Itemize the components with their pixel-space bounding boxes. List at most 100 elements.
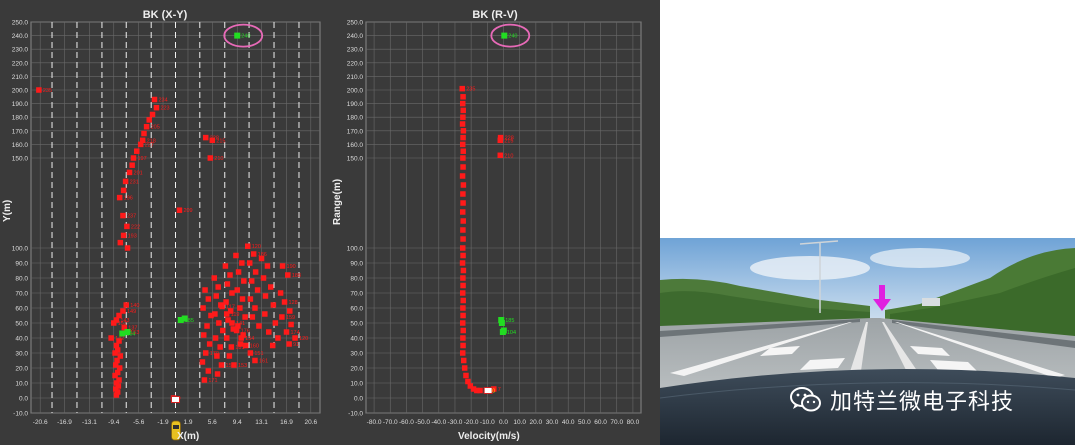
- xy-target-id-label: 215: [216, 138, 225, 144]
- rv-moving-target-point: [500, 327, 507, 334]
- xy-y-tick-label: 160.0: [12, 142, 29, 149]
- xy-static-target-point: [219, 303, 225, 310]
- rv-target-id-label: 7: [498, 387, 501, 393]
- xy-y-tick-label: 210.0: [12, 74, 29, 81]
- rv-y-tick-label: 30.0: [350, 351, 363, 358]
- xy-target-id-label: 210: [214, 156, 223, 162]
- rv-static-target-point: [460, 191, 466, 197]
- rv-static-target-point: [459, 209, 466, 215]
- xy-target-id-label: 151: [254, 351, 263, 357]
- xy-y-tick-label: 90.0: [15, 261, 28, 268]
- xy-target-id-label: 227: [145, 142, 154, 148]
- xy-static-target-point: [233, 327, 240, 334]
- rv-target-id-label: 104: [507, 330, 516, 336]
- rv-static-target-point: [460, 218, 466, 224]
- xy-static-target-point: [264, 263, 271, 269]
- xy-static-target-point: [228, 344, 235, 350]
- rv-target-id-label: 215: [504, 138, 513, 144]
- xy-static-target-point: [129, 162, 135, 168]
- xy-moving-target-point: [119, 330, 126, 337]
- xy-target-id-label: 196: [124, 196, 133, 202]
- xy-target-id-label: 240: [241, 34, 250, 40]
- rv-x-tick-label: 60.0: [594, 419, 607, 426]
- xy-static-target-point: [202, 287, 208, 293]
- rv-static-target-point: [459, 290, 466, 296]
- xy-static-target-point: [283, 329, 290, 335]
- rv-y-tick-label: 150.0: [347, 156, 364, 163]
- rv-static-target-point: [460, 114, 466, 120]
- rv-y-tick-label: 60.0: [350, 306, 363, 313]
- xy-static-target-point: [224, 281, 231, 287]
- xy-target-id-label: 153: [238, 363, 247, 369]
- rv-target-id-label: 185: [505, 318, 514, 324]
- rv-x-tick-label: 20.0: [530, 419, 543, 426]
- rv-static-target-point: [459, 100, 466, 107]
- xy-static-target-point: [237, 305, 243, 311]
- xy-static-target-point: [279, 263, 286, 269]
- xy-x-tick-label: 5.6: [208, 419, 217, 426]
- xy-x-tick-label: -20.6: [33, 419, 48, 426]
- xy-static-target-point: [252, 305, 258, 311]
- rv-static-target-point: [460, 297, 466, 304]
- xy-static-target-point: [241, 278, 247, 284]
- xy-y-tick-label: 180.0: [12, 115, 29, 122]
- xy-static-target-point: [260, 275, 267, 281]
- xy-static-target-point: [124, 223, 130, 230]
- xy-static-target-point: [258, 255, 265, 262]
- xy-static-target-point: [226, 353, 233, 359]
- xy-target-id-label: 197: [137, 156, 146, 162]
- watermark: 加特兰微电子科技: [790, 384, 1014, 416]
- rv-static-target-point: [460, 148, 466, 154]
- watermark-text: 加特兰微电子科技: [830, 390, 1015, 415]
- xy-y-tick-label: 20.0: [15, 366, 28, 373]
- xy-static-target-point: [238, 335, 244, 341]
- xy-target-id-label: 231: [130, 179, 139, 185]
- xy-static-target-point: [222, 263, 229, 269]
- rv-x-tick-label: -40.0: [431, 419, 446, 426]
- xy-y-tick-label: -10.0: [13, 411, 28, 418]
- xy-static-target-point: [211, 275, 218, 281]
- xy-static-target-point: [204, 323, 210, 329]
- rv-y-tick-label: 240.0: [347, 33, 364, 40]
- xy-x-tick-label: 13.1: [255, 419, 268, 426]
- rv-static-target-point: [477, 387, 483, 394]
- xy-static-target-point: [149, 111, 156, 118]
- xy-static-target-point: [272, 320, 279, 326]
- rv-static-target-point: [460, 267, 467, 274]
- xy-static-target-point: [213, 293, 219, 299]
- xy-static-target-point: [205, 368, 212, 374]
- xy-x-tick-label: 9.4: [233, 419, 242, 426]
- xy-static-target-point: [247, 296, 254, 302]
- xy-y-tick-label: 170.0: [12, 128, 29, 135]
- xy-target-id-label: 120: [299, 336, 308, 342]
- rv-x-tick-label: 0.0: [499, 419, 508, 426]
- rv-static-target-point: [497, 152, 504, 159]
- xy-plot-title: BK (X-Y): [142, 9, 188, 21]
- xy-static-target-point: [292, 335, 298, 341]
- xy-target-id-label: 176: [241, 329, 250, 335]
- rv-x-tick-label: 10.0: [513, 419, 526, 426]
- rv-plot-panel: -10.0 0.0 10.0 20.0 30.0 40.0 50.0 60.0 70.0 80.0…: [330, 0, 660, 445]
- xy-target-id-label: 117: [226, 305, 235, 311]
- xy-static-target-point: [229, 290, 235, 296]
- xy-static-target-point: [112, 350, 118, 356]
- xy-static-target-point: [116, 194, 123, 201]
- rv-static-target-point: [460, 134, 466, 141]
- xy-target-id-label: 222: [131, 224, 140, 230]
- xy-target-id-label: 119: [231, 312, 240, 318]
- xy-static-target-point: [269, 342, 276, 349]
- xy-x-tick-label: 1.9: [183, 419, 192, 426]
- xy-static-target-point: [141, 130, 147, 137]
- xy-static-target-point: [218, 362, 225, 368]
- rv-static-target-point: [459, 320, 466, 326]
- xy-static-target-point: [151, 96, 158, 103]
- rv-static-target-point: [460, 128, 467, 134]
- xy-y-tick-label: 240.0: [12, 33, 29, 40]
- rv-target-id-label: 235: [466, 87, 475, 93]
- xy-static-target-point: [122, 178, 129, 185]
- xy-static-target-point: [239, 260, 245, 266]
- xy-target-id-label: 234: [158, 98, 167, 104]
- xy-static-target-point: [231, 362, 237, 368]
- rv-y-axis-label: Range(m): [332, 178, 343, 225]
- rv-static-target-point: [460, 312, 466, 319]
